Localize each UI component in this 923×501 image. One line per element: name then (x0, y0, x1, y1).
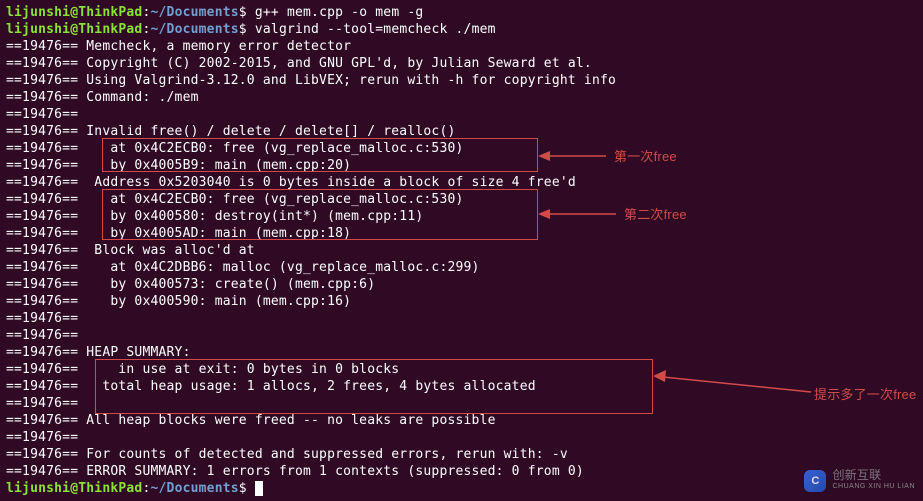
output-line: ==19476== in use at exit: 0 bytes in 0 b… (6, 362, 399, 377)
output-line: ==19476== HEAP SUMMARY: (6, 345, 191, 360)
prompt-path: ~/Documents (151, 5, 239, 20)
command-text: g++ mem.cpp -o mem -g (255, 5, 424, 20)
output-line: ==19476== at 0x4C2DBB6: malloc (vg_repla… (6, 260, 480, 275)
output-line: ==19476== (6, 396, 86, 411)
output-line: ==19476== Memcheck, a memory error detec… (6, 39, 351, 54)
terminal-output: lijunshi@ThinkPad:~/Documents$ g++ mem.c… (0, 0, 923, 501)
output-line: ==19476== by 0x400573: create() (mem.cpp… (6, 277, 375, 292)
output-line: ==19476== total heap usage: 1 allocs, 2 … (6, 379, 536, 394)
prompt-userhost: lijunshi@ThinkPad (6, 22, 142, 37)
output-line: ==19476== Invalid free() / delete / dele… (6, 124, 456, 139)
output-line: ==19476== For counts of detected and sup… (6, 447, 568, 462)
output-line: ==19476== Address 0x5203040 is 0 bytes i… (6, 175, 576, 190)
watermark-subtext: CHUANG XIN HU LIAN (832, 481, 915, 492)
output-line: ==19476== by 0x400580: destroy(int*) (me… (6, 209, 423, 224)
output-line: ==19476== at 0x4C2ECB0: free (vg_replace… (6, 141, 464, 156)
prompt-path: ~/Documents (151, 22, 239, 37)
prompt-userhost: lijunshi@ThinkPad (6, 5, 142, 20)
output-line: ==19476== (6, 107, 86, 122)
output-line: ==19476== Block was alloc'd at (6, 243, 255, 258)
output-line: ==19476== Using Valgrind-3.12.0 and LibV… (6, 73, 616, 88)
prompt-line[interactable]: lijunshi@ThinkPad:~/Documents$ (6, 481, 255, 496)
output-line: ==19476== All heap blocks were freed -- … (6, 413, 496, 428)
output-line: ==19476== by 0x4005B9: main (mem.cpp:20) (6, 158, 351, 173)
prompt-userhost: lijunshi@ThinkPad (6, 481, 142, 496)
command-text: valgrind --tool=memcheck ./mem (255, 22, 496, 37)
output-line: ==19476== by 0x4005AD: main (mem.cpp:18) (6, 226, 351, 241)
watermark: C 创新互联 CHUANG XIN HU LIAN (804, 470, 915, 492)
output-line: ==19476== Copyright (C) 2002-2015, and G… (6, 56, 592, 71)
output-line: ==19476== (6, 430, 86, 445)
cursor (255, 481, 263, 496)
prompt-path: ~/Documents (151, 481, 239, 496)
watermark-logo-icon: C (804, 470, 826, 492)
output-line: ==19476== Command: ./mem (6, 90, 199, 105)
output-line: ==19476== (6, 311, 86, 326)
prompt-line: lijunshi@ThinkPad:~/Documents$ (6, 5, 255, 20)
watermark-text: 创新互联 (832, 470, 915, 481)
output-line: ==19476== at 0x4C2ECB0: free (vg_replace… (6, 192, 464, 207)
output-line: ==19476== ERROR SUMMARY: 1 errors from 1… (6, 464, 584, 479)
output-line: ==19476== by 0x400590: main (mem.cpp:16) (6, 294, 351, 309)
prompt-line: lijunshi@ThinkPad:~/Documents$ (6, 22, 255, 37)
output-line: ==19476== (6, 328, 86, 343)
